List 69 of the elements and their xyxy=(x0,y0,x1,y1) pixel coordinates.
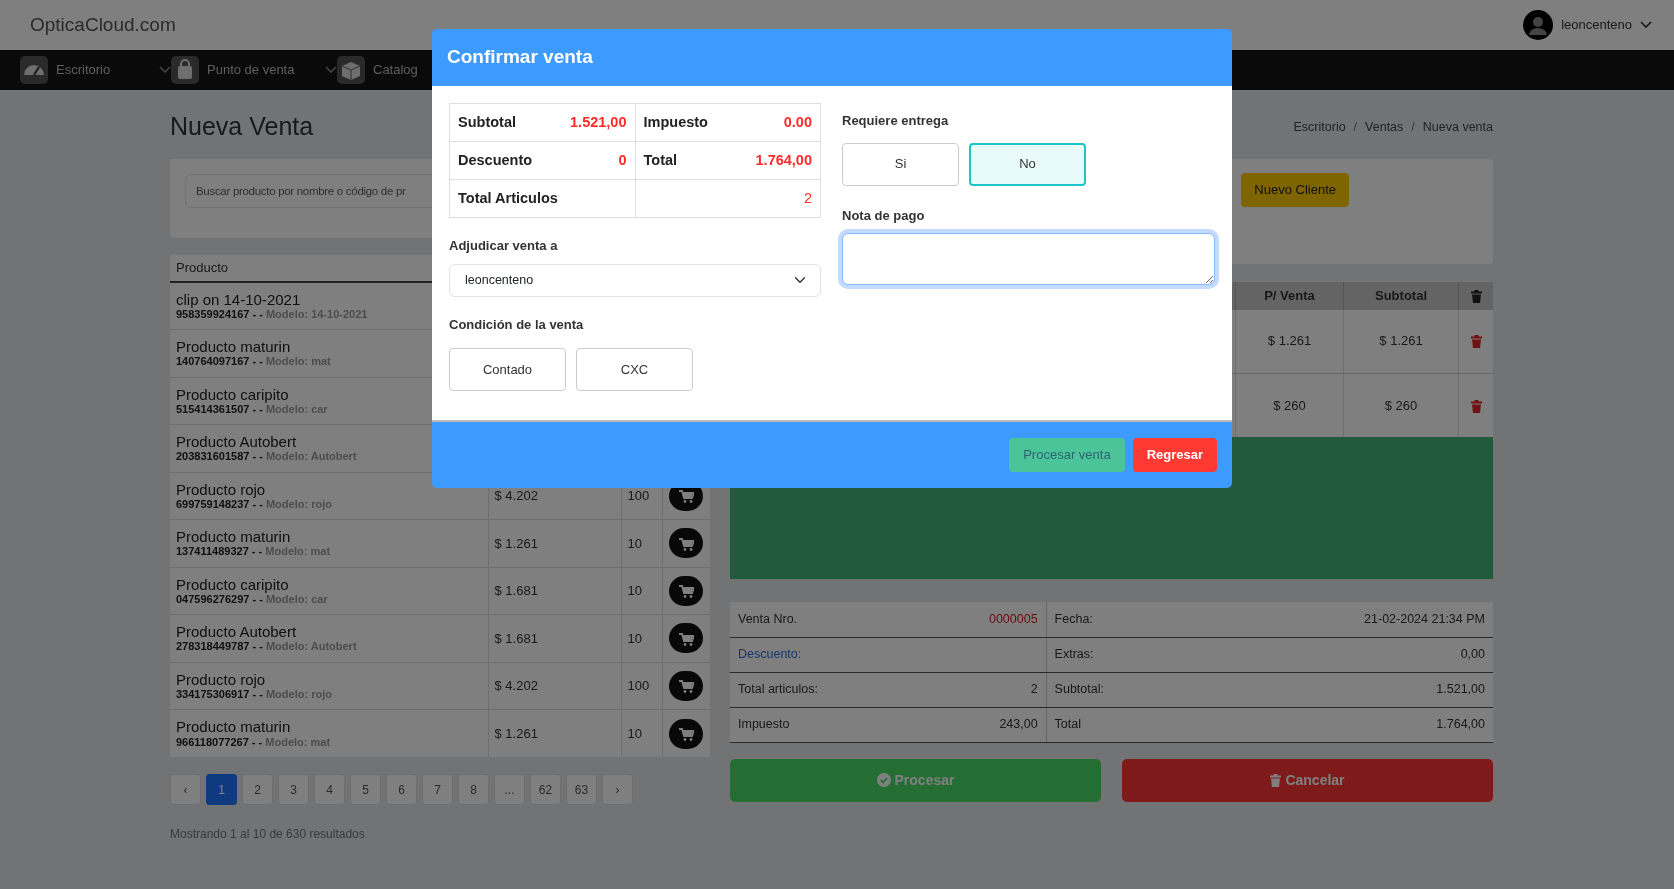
product-code: 958359924167 - - xyxy=(176,308,263,321)
total-value: 1.521,00 xyxy=(570,112,627,132)
product-name: clip on 14-10-2021 xyxy=(176,290,302,309)
subtotal-cell: $ 1.261 xyxy=(1343,309,1459,373)
summary-label: Total articulos: xyxy=(738,681,818,699)
field-label: Requiere entrega xyxy=(842,112,950,130)
total-label: Subtotal xyxy=(458,112,516,132)
total-value: 0.00 xyxy=(783,112,812,132)
price-cell: $ 1.261 xyxy=(494,725,538,741)
field-label: Adjudicar venta a xyxy=(449,237,559,255)
product-code: 699759148237 - - xyxy=(176,497,263,510)
page-title: Nueva Venta xyxy=(170,111,314,143)
summary-value: 0000005 xyxy=(988,610,1038,628)
summary-label: Subtotal: xyxy=(1054,681,1104,699)
product-code: 140764097167 - - xyxy=(176,355,263,368)
product-code: 334175306917 - - xyxy=(176,687,263,700)
summary-label: Impuesto xyxy=(738,716,790,734)
modal-title: Confirmar venta xyxy=(447,45,593,70)
price-cell: $ 1.681 xyxy=(494,630,538,646)
stock-cell: 10 xyxy=(627,583,642,598)
product-code: 203831601587 - - xyxy=(176,450,263,463)
product-name: Producto maturin xyxy=(176,528,292,546)
stock-cell: 100 xyxy=(627,488,650,503)
stock-cell: 100 xyxy=(627,678,650,693)
product-code: 137411489327 - - xyxy=(176,545,263,558)
product-name: Producto rojo xyxy=(176,670,267,688)
summary-label: Venta Nro. xyxy=(738,610,798,628)
product-name: Producto maturin xyxy=(176,718,292,736)
price-cell: $ 1.261 xyxy=(1235,309,1344,373)
stock-cell: 10 xyxy=(627,535,642,551)
breadcrumb-separator: / xyxy=(1353,118,1358,136)
summary-label: Extras: xyxy=(1054,646,1094,664)
product-name: Producto maturin xyxy=(176,338,292,356)
total-value: 0 xyxy=(618,150,627,170)
total-label: Total xyxy=(643,150,678,170)
product-name: Producto caripito xyxy=(176,575,290,593)
results-summary: Mostrando 1 al 10 de 630 resultados xyxy=(170,826,366,843)
stock-cell: 10 xyxy=(627,630,642,646)
product-name: Producto Autobert xyxy=(176,623,298,641)
product-name: Producto caripito xyxy=(176,385,290,403)
summary-value: 1.764,00 xyxy=(1436,716,1485,734)
summary-label: Fecha: xyxy=(1054,610,1093,628)
total-label: Total Articulos xyxy=(458,188,558,208)
total-value: 2 xyxy=(803,188,812,208)
summary-value: 243,00 xyxy=(999,716,1038,734)
price-cell: $ 4.202 xyxy=(494,678,538,693)
product-code: 047596276297 - - xyxy=(176,592,263,605)
total-label: Impuesto xyxy=(643,112,708,132)
field-label: Condición de la venta xyxy=(449,315,585,334)
column-header: Subtotal xyxy=(1343,282,1459,309)
product-code: 966118077267 - - xyxy=(176,735,263,748)
total-label: Descuento xyxy=(458,150,533,170)
column-header: P/ Venta xyxy=(1235,282,1344,309)
summary-value: 1.521,00 xyxy=(1436,681,1485,699)
summary-value: 2 xyxy=(1030,681,1038,699)
price-cell: $ 1.261 xyxy=(494,535,538,551)
price-cell: $ 1.681 xyxy=(494,583,538,598)
field-label: Nota de pago xyxy=(842,206,926,225)
stock-cell: 10 xyxy=(627,725,642,741)
summary-value: 21-02-2024 21:34 PM xyxy=(1364,610,1485,628)
total-value: 1.764,00 xyxy=(755,150,812,170)
summary-label: Total xyxy=(1054,716,1081,734)
breadcrumb-separator: / xyxy=(1411,118,1415,136)
product-name: Producto Autobert xyxy=(176,433,298,451)
product-code: 278318449787 - - xyxy=(176,640,263,653)
summary-value: 0,00 xyxy=(1460,646,1485,664)
product-code: 515414361507 - - xyxy=(176,402,263,415)
product-name: Producto rojo xyxy=(176,480,267,498)
price-cell: $ 4.202 xyxy=(494,488,538,503)
